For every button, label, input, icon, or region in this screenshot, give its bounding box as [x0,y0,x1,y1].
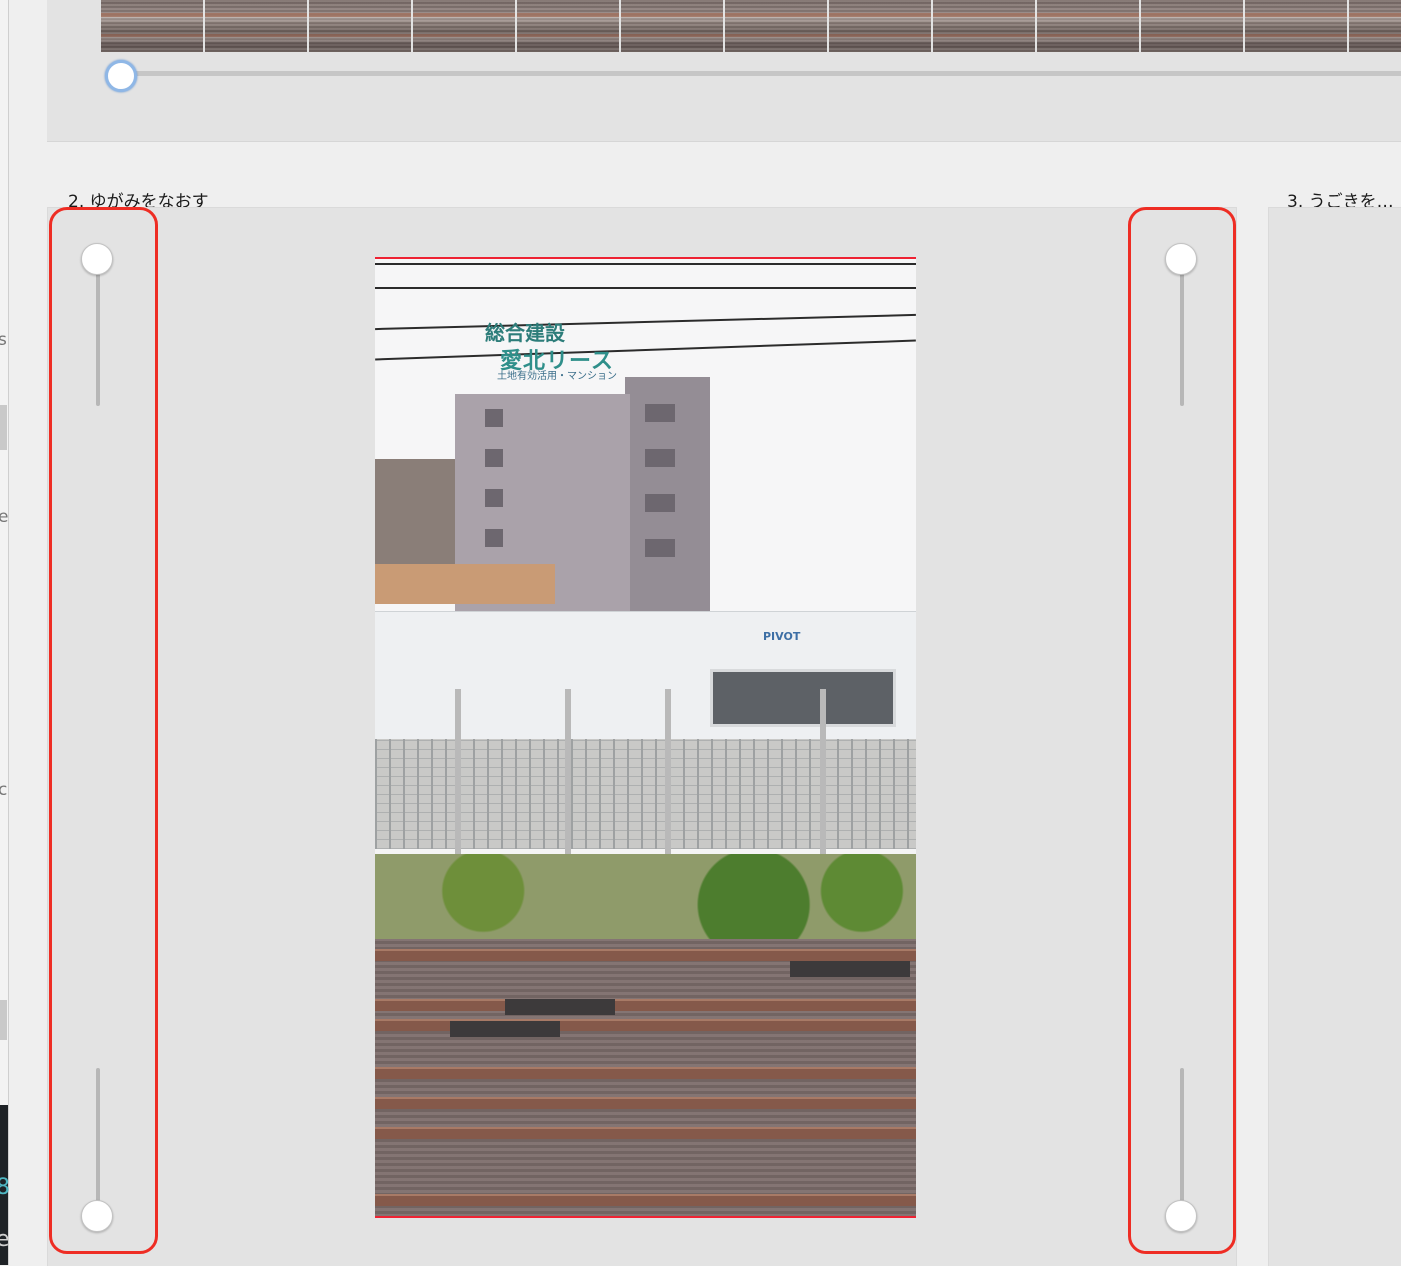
preview-sign-line1: 総合建設 [485,321,565,345]
edge-glyph: s [0,330,7,350]
preview-window [485,449,503,467]
left-slider-highlight [49,207,158,1254]
frame-thumbnail[interactable] [1245,0,1347,52]
edge-glyph: e [0,507,9,527]
edge-marker [0,1000,7,1040]
seek-track[interactable] [121,71,1401,76]
right-slider-highlight [1128,207,1236,1254]
preview-window-row [710,669,896,727]
frame-thumbnails [101,0,1401,52]
frame-thumbnail[interactable] [205,0,307,52]
frame-thumbnail[interactable] [1349,0,1401,52]
left-window-edge: s e c 8 e [0,0,10,1265]
frame-thumbnail[interactable] [829,0,931,52]
preview-wire [375,263,916,265]
edge-dark-region: 8 e [0,1105,10,1265]
preview-window [485,529,503,547]
preview-building [375,459,465,569]
preview-window [485,409,503,427]
edge-glyph: e [0,1227,10,1252]
preview-roof [375,564,555,604]
seek-slider-thumb[interactable] [105,60,137,92]
preview-rail [375,949,916,961]
motion-panel [1268,207,1401,1266]
preview-rail [375,1194,916,1206]
preview-sleeper [450,1021,560,1037]
frame-thumbnail[interactable] [725,0,827,52]
edge-glyph: c [0,780,8,800]
video-preview: 総合建設 愛北リース 土地有効活用・マンション PIVOT [375,257,916,1218]
preview-window [645,539,675,557]
frame-thumbnail[interactable] [413,0,515,52]
preview-window [645,494,675,512]
frame-thumbnail[interactable] [933,0,1035,52]
preview-building-label: PIVOT [763,630,801,643]
preview-window [485,489,503,507]
frame-thumbnail[interactable] [1141,0,1243,52]
preview-rail [375,1097,916,1109]
frame-thumbnail[interactable] [101,0,203,52]
preview-vegetation [375,854,916,946]
preview-sleeper [505,999,615,1015]
preview-wire [375,287,916,289]
preview-window [645,449,675,467]
frame-thumbnail[interactable] [621,0,723,52]
frame-thumbnail[interactable] [1037,0,1139,52]
preview-sign-line3: 土地有効活用・マンション [497,371,617,382]
frame-thumbnail[interactable] [517,0,619,52]
preview-rail [375,1127,916,1139]
edge-marker [0,405,7,450]
preview-rail [375,1067,916,1079]
preview-sleeper [790,961,910,977]
frame-strip-panel [47,0,1401,142]
frame-thumbnail[interactable] [309,0,411,52]
preview-rail [375,999,916,1011]
edge-glyph: 8 [0,1175,10,1200]
preview-window [645,404,675,422]
